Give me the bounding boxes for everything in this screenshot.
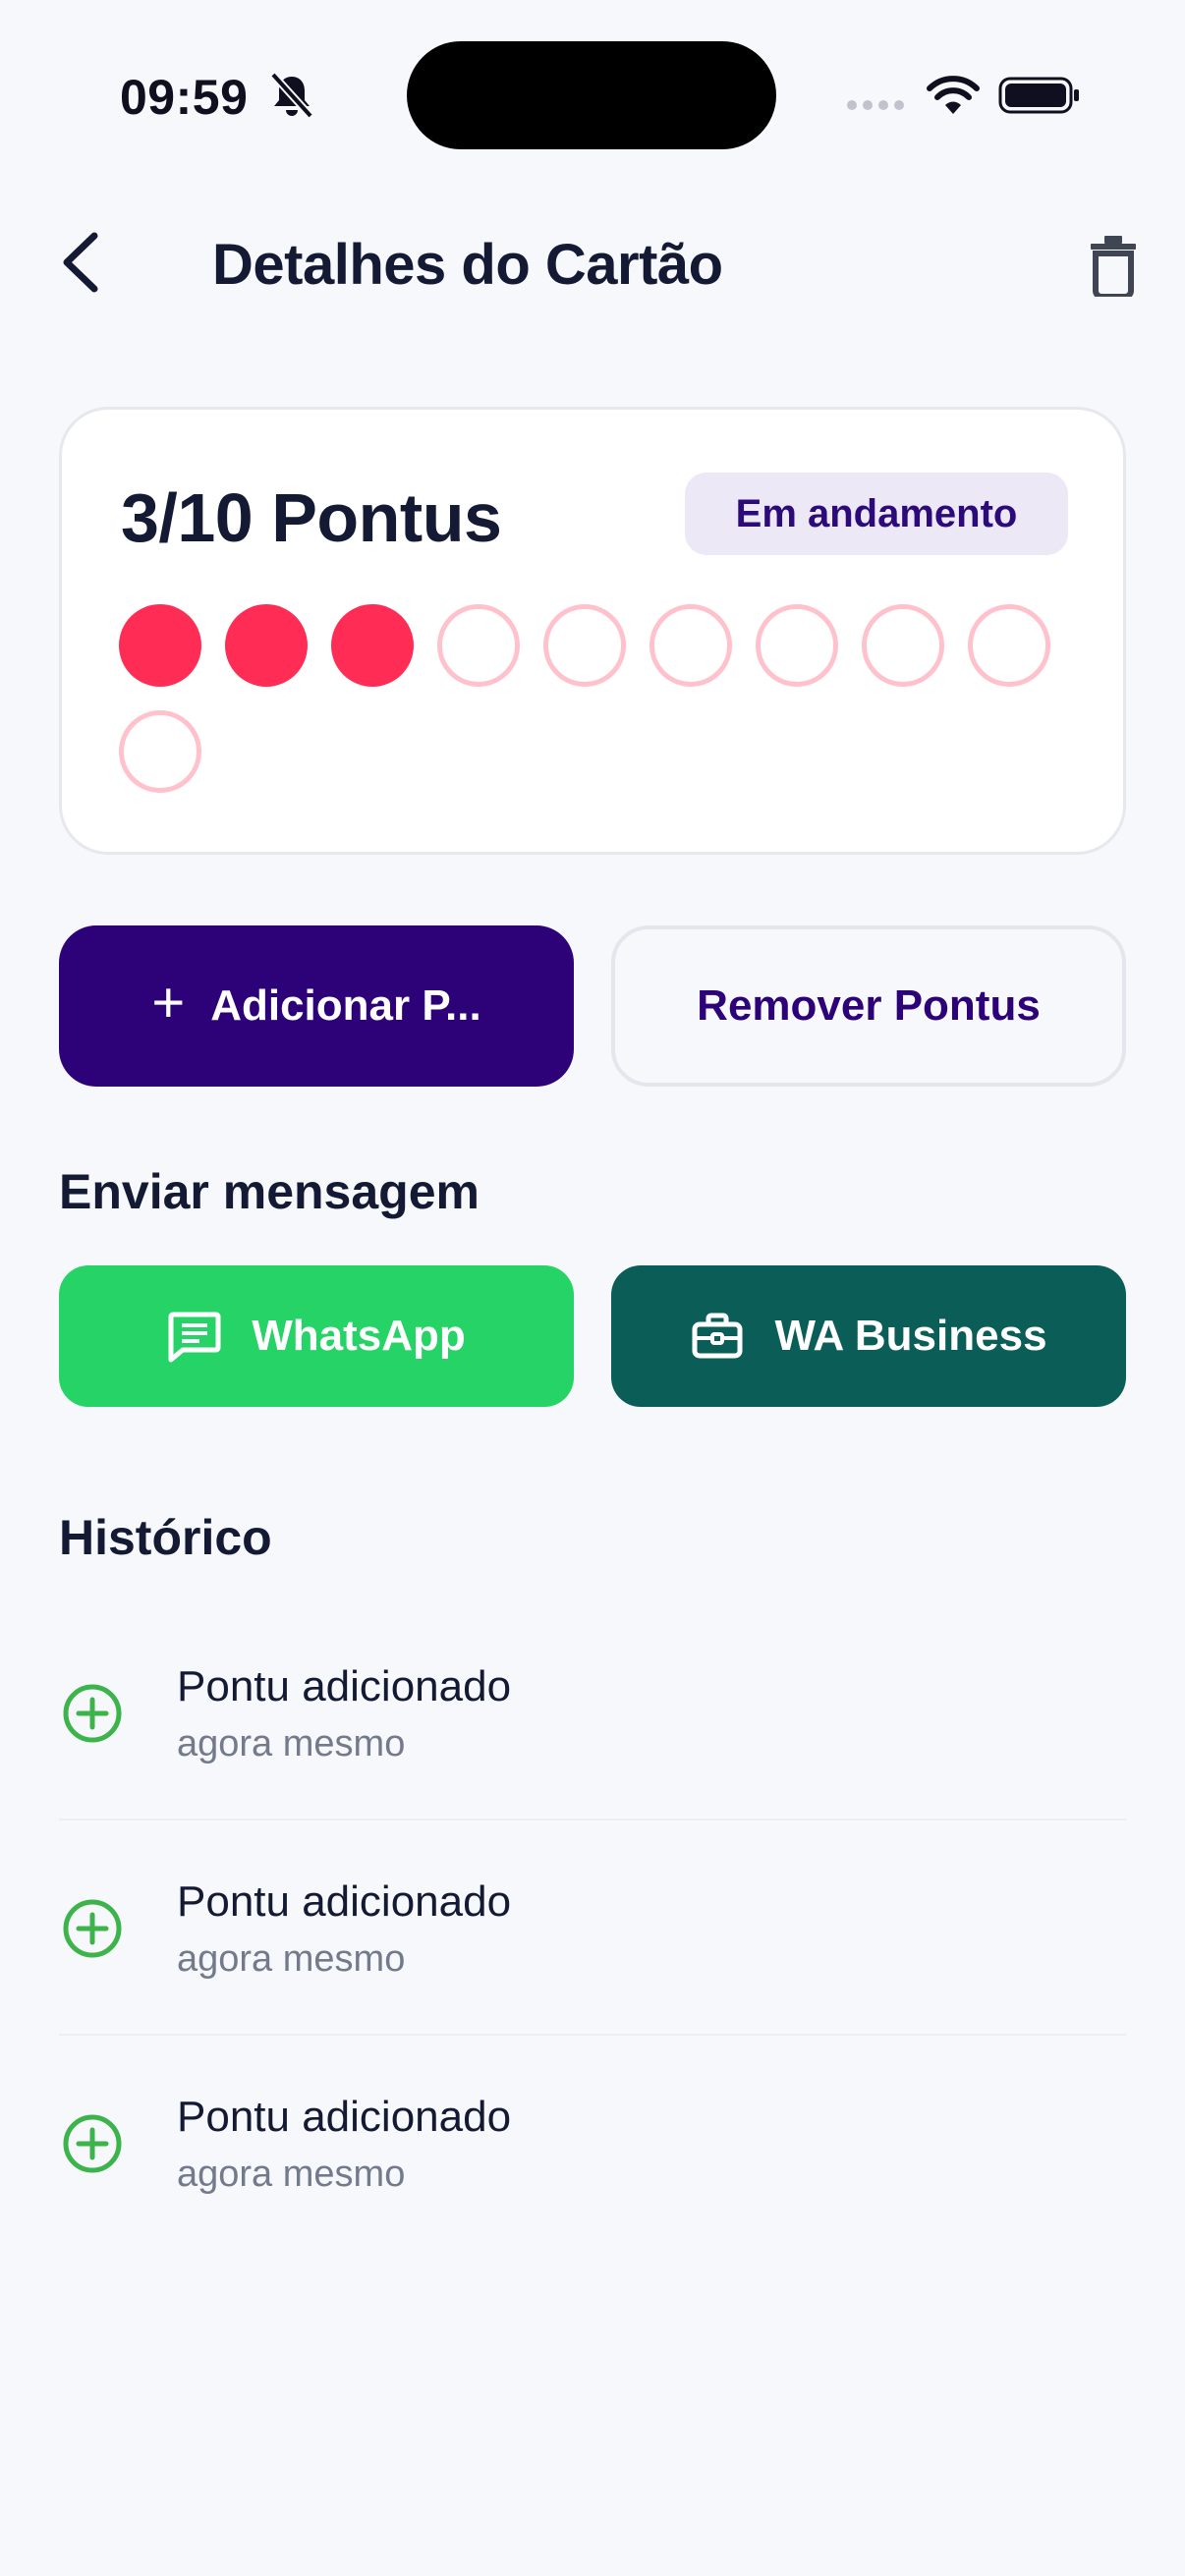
history-item-title: Pontu adicionado — [177, 1662, 512, 1710]
history-item-time: agora mesmo — [177, 1723, 406, 1764]
wa-business-label: WA Business — [774, 1312, 1047, 1360]
points-card: 3/10 Pontus Em andamento — [59, 407, 1126, 855]
remove-points-button[interactable]: Remover Pontus — [611, 925, 1126, 1087]
history-item: Pontu adicionado agora mesmo — [59, 1856, 1126, 2071]
trash-icon[interactable] — [1089, 236, 1138, 297]
point-stamp-empty — [543, 604, 626, 687]
plus-circle-icon — [63, 1684, 122, 1743]
briefcase-icon — [692, 1313, 743, 1359]
history-item: Pontu adicionado agora mesmo — [59, 2071, 1126, 2286]
whatsapp-button[interactable]: WhatsApp — [59, 1265, 574, 1407]
status-time: 09:59 — [120, 70, 249, 125]
point-stamp-empty — [649, 604, 732, 687]
remove-points-label: Remover Pontus — [697, 981, 1041, 1030]
send-message-title: Enviar mensagem — [59, 1164, 480, 1219]
bell-slash-icon — [270, 72, 313, 119]
battery-icon — [998, 77, 1079, 114]
history-item-title: Pontu adicionado — [177, 1877, 512, 1926]
point-stamp-empty — [437, 604, 520, 687]
history-item-time: agora mesmo — [177, 1938, 406, 1980]
points-count: 3/10 Pontus — [121, 479, 502, 556]
point-stamp-filled — [331, 604, 414, 687]
dynamic-island — [407, 41, 776, 149]
history-item-title: Pontu adicionado — [177, 2093, 512, 2141]
history-title: Histórico — [59, 1510, 272, 1565]
status-badge: Em andamento — [685, 473, 1068, 555]
plus-circle-icon — [63, 2114, 122, 2173]
message-icon — [168, 1312, 221, 1363]
history-item: Pontu adicionado agora mesmo — [59, 1641, 1126, 1856]
back-button[interactable] — [55, 226, 110, 299]
add-points-button[interactable]: + Adicionar P... — [59, 925, 574, 1087]
point-stamp-filled — [225, 604, 308, 687]
wifi-icon — [927, 76, 980, 114]
point-stamp-empty — [968, 604, 1050, 687]
page-title: Detalhes do Cartão — [212, 233, 723, 297]
plus-icon: + — [151, 971, 186, 1035]
point-stamp-empty — [119, 710, 201, 793]
point-stamp-filled — [119, 604, 201, 687]
card-details-screen: 09:59 Detalhes do Cartão 3/10 Pontus Em … — [0, 0, 1185, 2576]
divider — [59, 2034, 1126, 2036]
history-item-time: agora mesmo — [177, 2154, 406, 2195]
whatsapp-label: WhatsApp — [252, 1312, 466, 1360]
divider — [59, 1819, 1126, 1820]
wa-business-button[interactable]: WA Business — [611, 1265, 1126, 1407]
add-points-label: Adicionar P... — [210, 981, 481, 1030]
plus-circle-icon — [63, 1899, 122, 1958]
cellular-signal-icon — [847, 100, 904, 110]
point-stamp-empty — [862, 604, 944, 687]
point-stamp-empty — [756, 604, 838, 687]
